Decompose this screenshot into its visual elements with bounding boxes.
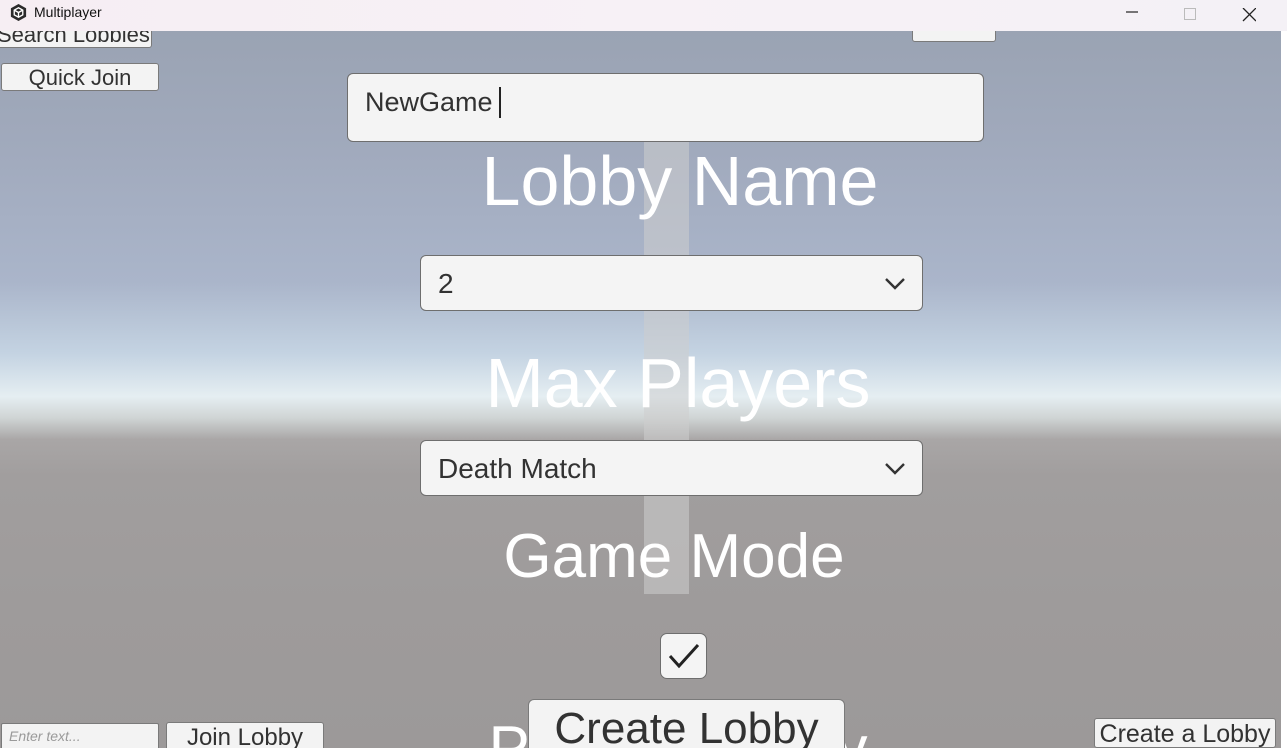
lobby-name-input[interactable]: NewGame	[347, 73, 984, 142]
window-border	[1281, 31, 1287, 748]
minimize-icon	[1126, 11, 1138, 13]
minimize-button[interactable]	[1104, 0, 1162, 31]
search-lobbies-button[interactable]: Search Lobbies	[0, 31, 152, 48]
game-mode-label: Game Mode	[503, 522, 845, 591]
chevron-down-icon	[885, 463, 905, 475]
text-caret	[499, 87, 501, 118]
quick-join-button[interactable]: Quick Join	[1, 63, 159, 91]
create-a-lobby-button[interactable]: Create a Lobby	[1094, 718, 1276, 748]
lobby-name-value: NewGame	[365, 87, 493, 117]
game-mode-value: Death Match	[438, 453, 597, 484]
create-lobby-button[interactable]: Create Lobby	[528, 699, 845, 748]
close-button[interactable]	[1221, 0, 1279, 31]
game-mode-dropdown[interactable]: Death Match	[420, 440, 923, 496]
chevron-down-icon	[885, 278, 905, 290]
max-players-label: Max Players	[485, 344, 871, 422]
top-hidden-button[interactable]	[912, 31, 996, 42]
join-code-placeholder: Enter text...	[9, 728, 81, 744]
title-bar: Multiplayer	[0, 0, 1287, 32]
lobby-name-label: Lobby Name	[481, 142, 879, 220]
unity-cube-icon	[10, 3, 27, 22]
maximize-button[interactable]	[1162, 0, 1220, 31]
maximize-icon	[1184, 8, 1196, 20]
search-lobbies-label: Search Lobbies	[0, 31, 150, 47]
checkmark-icon	[668, 643, 700, 669]
join-lobby-button[interactable]: Join Lobby	[166, 722, 324, 748]
quick-join-label: Quick Join	[28, 65, 132, 90]
max-players-value: 2	[438, 268, 454, 299]
window-title: Multiplayer	[34, 4, 102, 20]
game-view: Search Lobbies Quick Join NewGame Lobby …	[0, 31, 1281, 748]
join-lobby-label: Join Lobby	[186, 724, 304, 748]
close-icon	[1242, 8, 1256, 22]
create-a-lobby-label: Create a Lobby	[1099, 720, 1271, 748]
private-lobby-checkbox[interactable]	[660, 633, 707, 679]
join-code-input[interactable]: Enter text...	[1, 723, 159, 748]
max-players-dropdown[interactable]: 2	[420, 255, 923, 311]
create-lobby-label: Create Lobby	[554, 704, 819, 748]
